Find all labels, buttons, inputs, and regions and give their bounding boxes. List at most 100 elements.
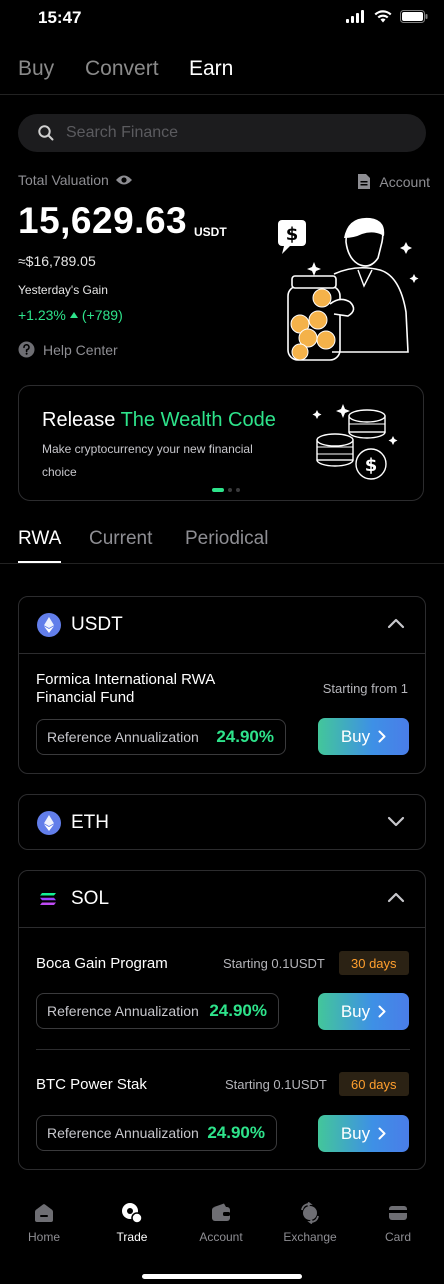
buy-button[interactable]: Buy: [318, 993, 409, 1030]
buy-button[interactable]: Buy: [318, 1115, 409, 1152]
pagination-dot[interactable]: [236, 488, 240, 492]
coin-stack-icon: $: [312, 404, 398, 480]
banner-pagination: [212, 488, 240, 492]
bottom-nav: Home Trade Account Exchange Card: [0, 1192, 444, 1284]
account-link[interactable]: Account: [357, 173, 430, 190]
battery-icon: [400, 10, 428, 23]
ethereum-icon: [37, 613, 61, 637]
wifi-icon: [374, 10, 392, 23]
annualization-rate: 24.90%: [216, 727, 274, 746]
usdt-group-header[interactable]: USDT: [19, 597, 425, 653]
nav-exchange-label: Exchange: [283, 1230, 337, 1244]
pagination-dot-active[interactable]: [212, 488, 224, 492]
banner-subtitle: Make cryptocurrency your new financial c…: [42, 442, 253, 479]
trade-icon: [122, 1203, 143, 1224]
help-icon: [18, 341, 35, 358]
investor-illustration: $: [278, 217, 419, 361]
status-icons: [346, 10, 428, 23]
nav-account[interactable]: Account: [181, 1202, 261, 1244]
banner-title: Release The Wealth Code: [42, 409, 276, 432]
product-starting: Starting 0.1USDT: [223, 956, 325, 971]
sol-group-name: SOL: [71, 888, 110, 909]
ethereum-icon: [37, 811, 61, 835]
annualization-rate: 24.90%: [209, 1001, 267, 1020]
buy-button[interactable]: Buy: [318, 718, 409, 755]
chevron-down-icon[interactable]: [387, 815, 405, 827]
total-valuation-unit: USDT: [194, 225, 227, 239]
nav-home[interactable]: Home: [4, 1202, 84, 1244]
help-center-label: Help Center: [43, 341, 118, 358]
yesterday-gain-value: +1.23% (+789): [18, 307, 123, 323]
svg-text:$: $: [365, 455, 378, 476]
exchange-icon: [301, 1202, 319, 1224]
help-center-link[interactable]: Help Center: [18, 341, 118, 358]
search-input[interactable]: Search Finance: [18, 114, 426, 152]
product-title: BTC Power Stak: [36, 1076, 147, 1093]
total-valuation-label: Total Valuation: [18, 172, 133, 188]
document-icon: [358, 174, 371, 189]
chevron-right-icon: [378, 1127, 386, 1140]
sol-group-header[interactable]: SOL: [19, 871, 425, 927]
header-divider: [0, 94, 444, 95]
reference-annualization-box: Reference Annualization 24.90%: [36, 719, 286, 755]
yesterday-gain-label: Yesterday's Gain: [18, 283, 108, 297]
search-icon: [38, 125, 54, 141]
solana-icon: [40, 893, 56, 905]
pagination-dot[interactable]: [228, 488, 232, 492]
card-divider: [19, 927, 425, 928]
triangle-up-icon: [69, 312, 78, 318]
sub-tabs-divider: [0, 563, 444, 564]
chevron-up-icon[interactable]: [387, 617, 405, 629]
card-icon: [389, 1206, 407, 1220]
wallet-icon: [212, 1203, 230, 1221]
total-valuation-text: Total Valuation: [18, 172, 109, 188]
reference-annualization-label: Reference Annualization: [47, 1125, 199, 1141]
chevron-right-icon: [378, 730, 386, 743]
eth-group-name: ETH: [71, 812, 109, 833]
product-divider: [36, 1049, 410, 1050]
home-icon: [35, 1204, 53, 1222]
eye-icon[interactable]: [115, 174, 133, 186]
account-label: Account: [379, 173, 430, 190]
reference-annualization-box: Reference Annualization 24.90%: [36, 993, 279, 1029]
home-indicator: [142, 1274, 302, 1279]
reference-annualization-box: Reference Annualization 24.90%: [36, 1115, 277, 1151]
status-time: 15:47: [38, 8, 82, 27]
nav-home-label: Home: [27, 1230, 60, 1244]
tab-buy[interactable]: Buy: [18, 57, 54, 81]
banner-title-highlight: The Wealth Code: [120, 409, 276, 431]
eth-group-header[interactable]: ETH: [19, 795, 425, 851]
reference-annualization-label: Reference Annualization: [47, 1003, 199, 1019]
nav-card[interactable]: Card: [358, 1202, 438, 1244]
cellular-signal-icon: [346, 10, 364, 23]
product-starting: Starting 0.1USDT: [225, 1077, 327, 1092]
product-title: Boca Gain Program: [36, 955, 168, 972]
reference-annualization-label: Reference Annualization: [47, 729, 199, 745]
nav-account-label: Account: [199, 1230, 243, 1244]
tab-convert[interactable]: Convert: [85, 57, 159, 81]
usd-equivalent: ≈$16,789.05: [18, 253, 96, 269]
buy-button-label: Buy: [340, 1001, 371, 1021]
eth-group-card: ETH: [18, 794, 426, 850]
tab-rwa[interactable]: RWA: [18, 528, 61, 550]
total-valuation-amount: 15,629.63: [18, 200, 188, 241]
product-title: Formica International RWA Financial Fund: [36, 671, 215, 706]
nav-trade[interactable]: Trade: [92, 1202, 172, 1244]
promo-banner[interactable]: Release The Wealth Code Make cryptocurre…: [18, 385, 424, 501]
gain-absolute: (+789): [81, 307, 123, 323]
banner-title-plain: Release: [42, 409, 121, 431]
tab-earn[interactable]: Earn: [189, 57, 233, 81]
annualization-rate: 24.90%: [207, 1123, 265, 1142]
buy-button-label: Buy: [340, 1123, 371, 1143]
duration-badge: 30 days: [339, 951, 409, 975]
usdt-group-name: USDT: [71, 614, 123, 635]
tab-periodical[interactable]: Periodical: [185, 528, 268, 550]
nav-card-label: Card: [384, 1230, 411, 1244]
svg-text:$: $: [286, 224, 299, 245]
duration-badge: 60 days: [339, 1072, 409, 1096]
chevron-up-icon[interactable]: [387, 891, 405, 903]
product-starting: Starting from 1: [322, 681, 408, 696]
tab-current[interactable]: Current: [89, 528, 152, 550]
card-divider: [19, 653, 425, 654]
nav-exchange[interactable]: Exchange: [270, 1202, 350, 1244]
